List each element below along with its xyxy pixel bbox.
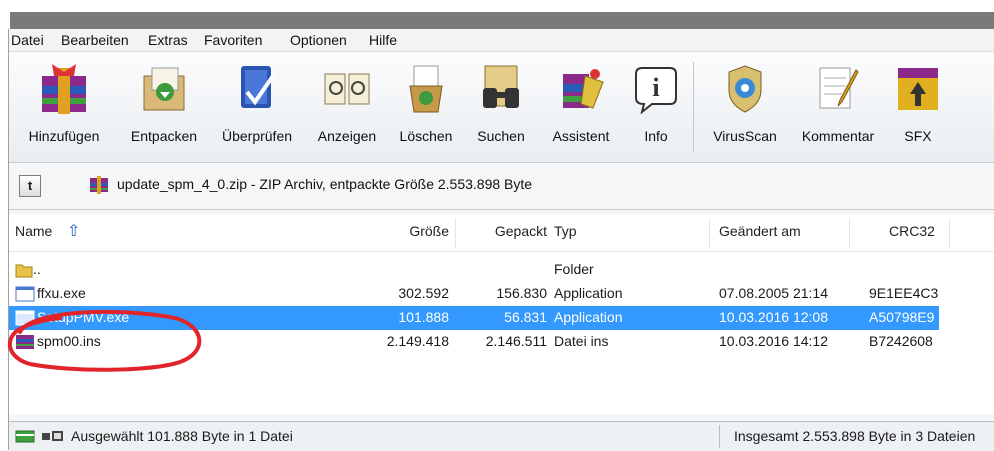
column-divider[interactable]	[849, 218, 850, 248]
folder-icon	[15, 261, 35, 279]
list-item[interactable]: SetupPMV.exe 101.888 56.831 Application …	[9, 306, 939, 330]
status-total: Insgesamt 2.553.898 Byte in 3 Dateien	[734, 428, 976, 444]
wizard-icon	[555, 62, 607, 114]
find-button[interactable]: Suchen	[463, 56, 539, 156]
archive-path: update_spm_4_0.zip - ZIP Archiv, entpack…	[117, 176, 533, 192]
list-item[interactable]: spm00.ins 2.149.418 2.146.511 Datei ins …	[9, 330, 994, 354]
column-crc32[interactable]: CRC32	[889, 223, 935, 239]
column-name[interactable]: Name	[15, 223, 52, 239]
menu-favoriten[interactable]: Favoriten	[204, 32, 262, 48]
list-item[interactable]: ffxu.exe 302.592 156.830 Application 07.…	[9, 282, 994, 306]
status-selected: Ausgewählt 101.888 Byte in 1 Datei	[71, 428, 293, 444]
wizard-button[interactable]: Assistent	[539, 56, 623, 156]
sfx-icon	[892, 62, 944, 114]
zip-archive-icon	[89, 175, 109, 195]
view-icon	[321, 62, 373, 114]
list-header: Name ⇧ Größe Gepackt Typ Geändert am CRC…	[9, 214, 994, 252]
toolbar-separator	[693, 62, 694, 152]
svg-text:i: i	[652, 73, 659, 102]
window-title-strip	[10, 12, 994, 29]
sfx-button[interactable]: SFX	[885, 56, 951, 156]
file-list: Name ⇧ Größe Gepackt Typ Geändert am CRC…	[9, 214, 994, 414]
column-type[interactable]: Typ	[554, 223, 577, 239]
extract-icon	[138, 62, 190, 114]
up-folder-button[interactable]: t	[19, 175, 41, 197]
add-button[interactable]: Hinzufügen	[9, 56, 119, 156]
menu-hilfe[interactable]: Hilfe	[369, 32, 397, 48]
test-button[interactable]: Überprüfen	[209, 56, 305, 156]
menu-datei[interactable]: Datei	[11, 32, 44, 48]
info-icon: i	[630, 62, 682, 115]
view-button[interactable]: Anzeigen	[305, 56, 389, 156]
toolbar: Hinzufügen Entpacken Überprüfen Anzeigen…	[9, 52, 994, 163]
exe-icon	[15, 309, 35, 327]
column-divider[interactable]	[949, 218, 950, 248]
virusscan-icon	[719, 62, 771, 114]
menu-extras[interactable]: Extras	[148, 32, 188, 48]
status-bar: Ausgewählt 101.888 Byte in 1 Datei Insge…	[9, 421, 994, 451]
menu-bar: Datei Bearbeiten Extras Favoriten Option…	[9, 29, 994, 52]
extract-button[interactable]: Entpacken	[119, 56, 209, 156]
column-divider[interactable]	[455, 218, 456, 248]
virusscan-button[interactable]: VirusScan	[699, 56, 791, 156]
column-divider[interactable]	[709, 218, 710, 248]
comment-button[interactable]: Kommentar	[791, 56, 885, 156]
status-separator	[719, 425, 720, 448]
add-archive-icon	[38, 62, 90, 114]
info-button[interactable]: i Info	[623, 56, 689, 156]
status-archive-icon	[15, 428, 37, 448]
delete-button[interactable]: Löschen	[389, 56, 463, 156]
archive-file-icon	[15, 333, 35, 351]
column-size[interactable]: Größe	[369, 223, 449, 239]
exe-icon	[15, 285, 35, 303]
top-margin	[0, 0, 994, 12]
winrar-window: Datei Bearbeiten Extras Favoriten Option…	[8, 29, 994, 451]
path-bar: t update_spm_4_0.zip - ZIP Archiv, entpa…	[9, 163, 994, 210]
column-modified[interactable]: Geändert am	[719, 223, 801, 239]
list-item[interactable]: .. Folder	[9, 258, 994, 282]
drive-icon	[41, 428, 65, 448]
delete-icon	[400, 62, 452, 114]
menu-optionen[interactable]: Optionen	[290, 32, 347, 48]
test-icon	[231, 62, 283, 114]
menu-bearbeiten[interactable]: Bearbeiten	[61, 32, 129, 48]
column-packed[interactable]: Gepackt	[459, 223, 547, 239]
sort-ascending-icon[interactable]: ⇧	[67, 221, 80, 241]
comment-icon	[812, 62, 864, 114]
find-icon	[475, 62, 527, 114]
